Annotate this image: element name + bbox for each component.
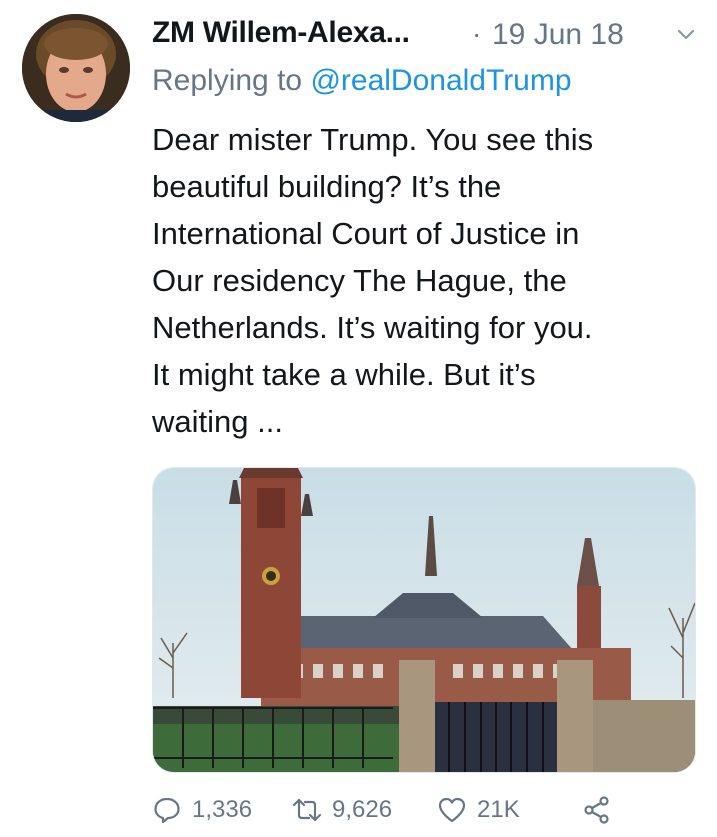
avatar[interactable] [22,14,130,122]
tweet-media-photo[interactable] [152,467,696,773]
separator-dot: · [472,18,482,49]
tweet-text-line: waiting ... [152,404,283,439]
like-count: 21K [477,796,520,823]
replying-prefix: Replying to [152,64,311,97]
tweet-actions: 1,336 9,626 21K [152,790,697,830]
share-button[interactable] [582,790,612,830]
retweet-count: 9,626 [332,796,393,823]
avatar-image [22,14,130,122]
retweet-icon [292,798,322,822]
chevron-down-icon[interactable] [676,24,696,44]
peace-palace-image [153,468,695,772]
tweet-text-line: Netherlands. It’s waiting for you. [152,310,593,345]
retweet-button[interactable]: 9,626 [292,790,392,830]
replying-handle-link[interactable]: @realDonaldTrump [310,64,571,97]
reply-count: 1,336 [192,796,253,823]
heart-icon [438,797,466,823]
tweet-text-line: It might take a while. But it’s [152,357,536,392]
author-name[interactable]: ZM Willem-Alexa... [152,16,410,50]
tweet-text-line: Our residency The Hague, the [152,263,567,298]
tweet-text-line: Dear mister Trump. You see this [152,122,594,157]
tweet-date[interactable]: 19 Jun 18 [492,18,624,52]
reply-icon [154,797,180,824]
tweet-text: Dear mister Trump. You see this beautifu… [152,116,697,445]
replying-to: Replying to @realDonaldTrump [152,64,572,98]
reply-button[interactable]: 1,336 [152,790,252,830]
tweet-text-line: beautiful building? It’s the [152,169,502,204]
share-icon [584,796,609,824]
tweet-text-line: International Court of Justice in [152,216,580,251]
like-button[interactable]: 21K [437,790,520,830]
tweet-header: ZM Willem-Alexa... · 19 Jun 18 [152,14,702,58]
